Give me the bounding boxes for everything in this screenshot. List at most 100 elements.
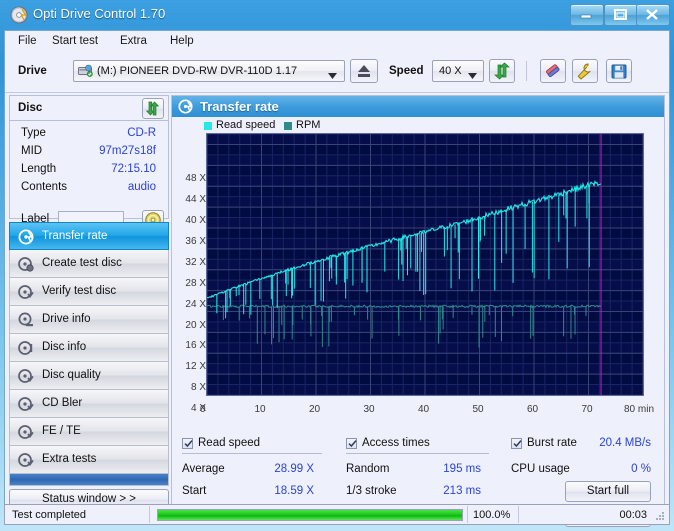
x-axis-tick: 70 <box>581 404 593 415</box>
random-label: Random <box>346 463 390 475</box>
chart-plot-area <box>206 133 644 396</box>
x-axis-tick: 0 <box>200 404 206 415</box>
legend-swatch-read-speed <box>204 122 212 130</box>
sidebar-label: Drive info <box>42 313 91 325</box>
toolbar-separator <box>526 61 527 81</box>
y-axis-tick: 8 X <box>190 382 206 394</box>
disc-type-label: Type <box>21 127 46 139</box>
sidebar-item-verify-test-disc[interactable]: Verify test disc <box>9 278 169 306</box>
disc-info-icon <box>18 340 34 356</box>
y-axis-tick: 16 X <box>185 340 206 352</box>
divider <box>182 453 322 454</box>
legend-label-read-speed: Read speed <box>216 119 276 131</box>
disc-mid-label: MID <box>21 145 43 157</box>
y-axis-tick: 28 X <box>185 277 206 289</box>
elapsed-time-label: 00:03 <box>619 509 647 521</box>
read-speed-checkbox[interactable] <box>182 438 193 449</box>
menu-help[interactable]: Help <box>165 35 199 50</box>
sidebar-item-disc-quality[interactable]: Disc quality <box>9 362 169 390</box>
close-button[interactable] <box>636 4 670 26</box>
sidebar-item-extra-tests[interactable]: Extra tests <box>9 446 169 474</box>
sidebar-label: Transfer rate <box>42 230 108 242</box>
disc-verify-icon <box>18 284 34 300</box>
application-window: Opti Drive Control 1.70 File Start test … <box>0 0 674 531</box>
window-title: Opti Drive Control 1.70 <box>33 6 166 21</box>
access-times-checkbox-label: Access times <box>362 437 430 449</box>
disc-panel-title: Disc <box>18 102 43 114</box>
save-button[interactable] <box>606 59 632 83</box>
disc-bolt-icon <box>178 99 193 114</box>
sidebar-nav-list: Transfer rate Create test disc Verify te… <box>9 222 169 474</box>
refresh-button[interactable] <box>489 59 515 83</box>
disc-refresh-button[interactable] <box>142 98 164 119</box>
disc-fete-icon <box>18 424 34 440</box>
statistics-area: Read speed Average 28.99 X Start 18.59 X… <box>172 437 664 527</box>
burst-rate-checkbox[interactable] <box>511 438 522 449</box>
x-axis-tick: 50 <box>472 404 484 415</box>
sidebar-label: Extra tests <box>42 453 97 465</box>
menu-file[interactable]: File <box>13 35 42 50</box>
y-axis-tick: 24 X <box>185 298 206 310</box>
sidebar-item-transfer-rate[interactable]: Transfer rate <box>9 222 169 250</box>
menu-start-test[interactable]: Start test <box>47 35 103 50</box>
disc-panel-header: Disc <box>9 95 169 121</box>
speed-select[interactable]: 40 X <box>432 60 484 82</box>
tools-button[interactable] <box>572 59 598 83</box>
sidebar-label: CD Bler <box>42 397 83 409</box>
speed-label: Speed <box>389 65 424 77</box>
resize-grip[interactable] <box>654 510 666 522</box>
drive-icon <box>78 64 93 78</box>
y-axis-tick: 36 X <box>185 236 206 248</box>
app-disc-icon <box>10 6 28 24</box>
menu-extra[interactable]: Extra <box>115 35 152 50</box>
x-axis-labels: 0 10 20 30 40 50 60 70 80 min <box>172 404 664 418</box>
chart-svg <box>206 133 644 396</box>
x-axis-tick: 60 <box>527 404 539 415</box>
transfer-rate-chart: 4 X8 X 12 X 16 X 20 X 24 X 28 X 32 X 36 X 40 X 44… <box>172 132 664 437</box>
drive-label: Drive <box>18 65 47 77</box>
drive-select[interactable]: (M:) PIONEER DVD-RW DVR-110D 1.17 <box>73 60 345 82</box>
start-full-button[interactable]: Start full <box>565 481 651 502</box>
x-axis-tick: 80 min <box>624 404 655 415</box>
sidebar-item-drive-info[interactable]: Drive info <box>9 306 169 334</box>
drive-value: (M:) PIONEER DVD-RW DVR-110D 1.17 <box>97 65 298 77</box>
y-axis-tick: 44 X <box>185 194 206 206</box>
sidebar-accent-strip <box>9 474 169 486</box>
sidebar-item-fe-te[interactable]: FE / TE <box>9 418 169 446</box>
divider <box>518 506 519 523</box>
progress-percent-label: 100.0% <box>473 509 511 521</box>
title-bar: Opti Drive Control 1.70 <box>0 0 674 30</box>
random-value: 195 ms <box>443 463 481 475</box>
x-axis-tick: 40 <box>418 404 430 415</box>
eject-button[interactable] <box>350 59 378 83</box>
x-axis-tick: 20 <box>309 404 321 415</box>
third-stroke-value: 213 ms <box>443 485 481 497</box>
toolbar: Drive (M:) PIONEER DVD-RW DVR-110D 1.17 <box>5 53 669 93</box>
panel-title: Transfer rate <box>200 99 279 114</box>
panel-header: Transfer rate <box>172 96 664 117</box>
erase-button[interactable] <box>540 59 566 83</box>
y-axis-tick: 20 X <box>185 319 206 331</box>
status-bar: Test completed 100.0% 00:03 <box>4 504 670 525</box>
disc-type-value: CD-R <box>127 127 156 139</box>
disc-mid-value: 97m27s18f <box>99 145 156 157</box>
sidebar-label: FE / TE <box>42 425 81 437</box>
legend-swatch-rpm <box>284 122 292 130</box>
sidebar-label: Disc info <box>42 341 87 353</box>
sidebar-item-disc-info[interactable]: Disc info <box>9 334 169 362</box>
sidebar-item-create-test-disc[interactable]: Create test disc <box>9 250 169 278</box>
minimize-button[interactable] <box>570 4 604 26</box>
progress-bar <box>157 509 463 521</box>
disc-bolt-icon <box>18 229 34 245</box>
maximize-button[interactable] <box>604 4 638 26</box>
drive-info-icon <box>18 312 34 328</box>
y-axis-labels: 4 X8 X 12 X 16 X 20 X 24 X 28 X 32 X 36 X 40 X 44… <box>172 132 206 414</box>
disc-length-value: 72:15.10 <box>111 163 156 175</box>
cpu-usage-label: CPU usage <box>511 463 570 475</box>
access-times-checkbox[interactable] <box>346 438 357 449</box>
chevron-down-icon <box>468 70 477 82</box>
cpu-usage-value: 0 % <box>631 463 651 475</box>
progress-bar-fill <box>158 510 462 520</box>
disc-quality-icon <box>18 368 34 384</box>
sidebar-item-cd-bler[interactable]: CD Bler <box>9 390 169 418</box>
